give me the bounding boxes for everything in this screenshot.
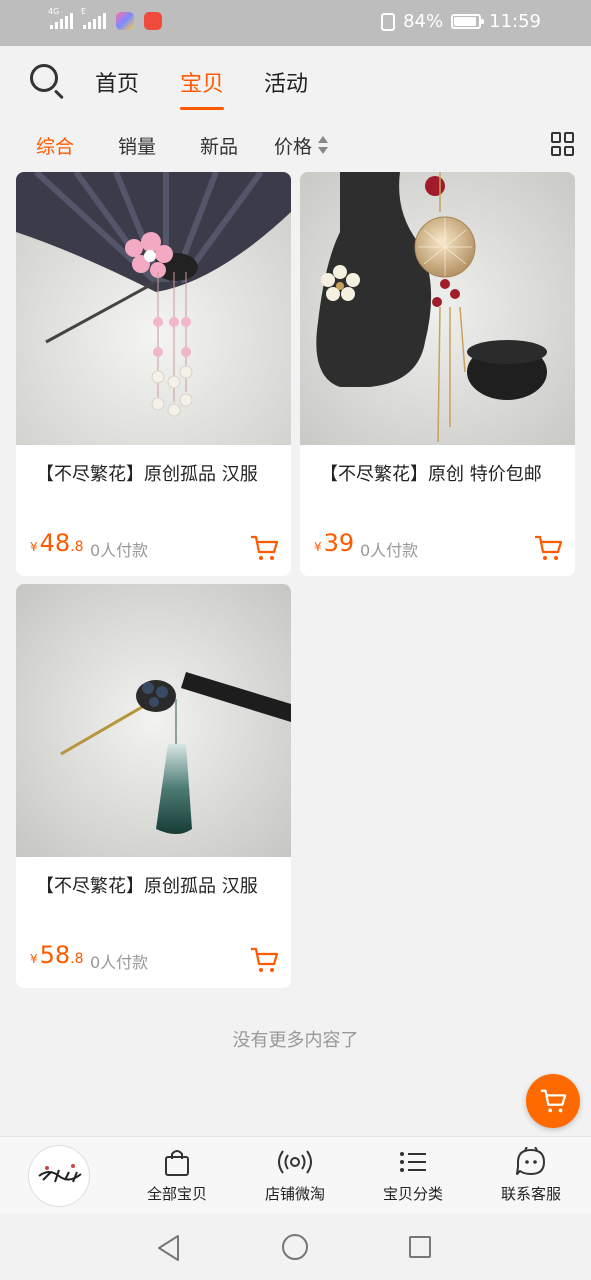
shop-header: 首页 宝贝 活动 bbox=[0, 46, 591, 116]
floating-cart-button[interactable] bbox=[526, 1074, 580, 1128]
status-bar: 4G E 84% 11:59 bbox=[0, 0, 591, 46]
grid-view-icon[interactable] bbox=[551, 132, 575, 156]
list-icon bbox=[400, 1152, 426, 1172]
search-icon[interactable] bbox=[28, 62, 66, 100]
sort-price[interactable]: 价格 bbox=[274, 132, 312, 159]
battery-icon bbox=[451, 14, 485, 29]
product-card[interactable]: 【不尽繁花】原创孤品 汉服 ¥ 48 .8 0人付款 bbox=[16, 172, 291, 576]
shop-feed-button[interactable]: 店铺微淘 bbox=[240, 1147, 350, 1204]
product-title[interactable]: 【不尽繁花】原创孤品 汉服 bbox=[36, 460, 258, 486]
paid-count: 0人付款 bbox=[90, 953, 149, 972]
broadcast-icon bbox=[278, 1150, 312, 1174]
paid-count: 0人付款 bbox=[360, 541, 419, 560]
back-icon[interactable] bbox=[156, 1234, 182, 1262]
contact-service-button[interactable]: 联系客服 bbox=[476, 1147, 586, 1204]
signal-e-icon: E bbox=[81, 7, 106, 29]
no-more-content: 没有更多内容了 bbox=[232, 1030, 359, 1051]
chat-icon bbox=[516, 1147, 545, 1175]
product-price: ¥ 39 bbox=[314, 529, 355, 557]
product-card[interactable]: 【不尽繁花】原创 特价包邮 ¥ 39 0人付款 bbox=[300, 172, 575, 576]
tab-home[interactable]: 首页 bbox=[95, 66, 139, 98]
product-title[interactable]: 【不尽繁花】原创孤品 汉服 bbox=[36, 872, 258, 898]
shop-bottom-bar: 全部宝贝 店铺微淘 宝贝分类 联系客服 bbox=[0, 1136, 591, 1214]
system-nav-bar bbox=[0, 1214, 591, 1280]
vibrate-icon bbox=[381, 12, 396, 31]
shop-logo[interactable] bbox=[28, 1145, 90, 1207]
sort-sales[interactable]: 销量 bbox=[118, 132, 156, 159]
product-image[interactable] bbox=[300, 172, 575, 445]
signal-4g-icon: 4G bbox=[48, 7, 73, 29]
battery-percent: 84% bbox=[403, 11, 444, 32]
product-card[interactable]: 【不尽繁花】原创孤品 汉服 ¥ 58 .8 0人付款 bbox=[16, 584, 291, 988]
cart-icon bbox=[540, 1089, 567, 1113]
sort-bar: 综合 销量 新品 价格 bbox=[0, 118, 591, 170]
tab-events[interactable]: 活动 bbox=[264, 66, 308, 98]
all-items-button[interactable]: 全部宝贝 bbox=[122, 1147, 232, 1204]
shopping-bag-icon bbox=[165, 1150, 189, 1176]
add-to-cart-icon[interactable] bbox=[249, 534, 279, 562]
clock: 11:59 bbox=[489, 11, 541, 32]
app-notification-icon bbox=[144, 12, 162, 30]
app-notification-icon bbox=[116, 12, 134, 30]
paid-count: 0人付款 bbox=[90, 541, 149, 560]
product-price: ¥ 58 .8 bbox=[30, 941, 84, 969]
add-to-cart-icon[interactable] bbox=[533, 534, 563, 562]
home-icon[interactable] bbox=[282, 1234, 308, 1260]
add-to-cart-icon[interactable] bbox=[249, 946, 279, 974]
sort-comprehensive[interactable]: 综合 bbox=[36, 132, 74, 159]
sort-new[interactable]: 新品 bbox=[200, 132, 238, 159]
item-categories-button[interactable]: 宝贝分类 bbox=[358, 1147, 468, 1204]
product-image[interactable] bbox=[16, 172, 291, 445]
sort-arrows-icon bbox=[318, 136, 328, 154]
product-image[interactable] bbox=[16, 584, 291, 857]
product-title[interactable]: 【不尽繁花】原创 特价包邮 bbox=[320, 460, 542, 486]
tab-items[interactable]: 宝贝 bbox=[180, 66, 225, 110]
recent-apps-icon[interactable] bbox=[409, 1236, 431, 1258]
product-price: ¥ 48 .8 bbox=[30, 529, 84, 557]
